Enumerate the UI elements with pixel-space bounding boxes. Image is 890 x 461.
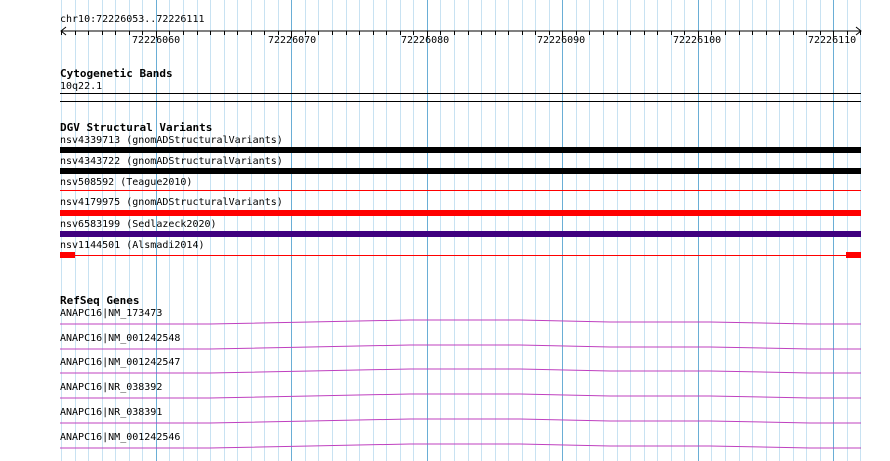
gene-intron-line[interactable] — [60, 344, 861, 350]
gene-intron-line[interactable] — [60, 443, 861, 449]
gene-models — [60, 319, 861, 449]
gene-intron-line[interactable] — [60, 319, 861, 325]
gene-intron-line[interactable] — [60, 418, 861, 424]
gene-intron-line[interactable] — [60, 393, 861, 399]
gene-intron-line[interactable] — [60, 368, 861, 374]
